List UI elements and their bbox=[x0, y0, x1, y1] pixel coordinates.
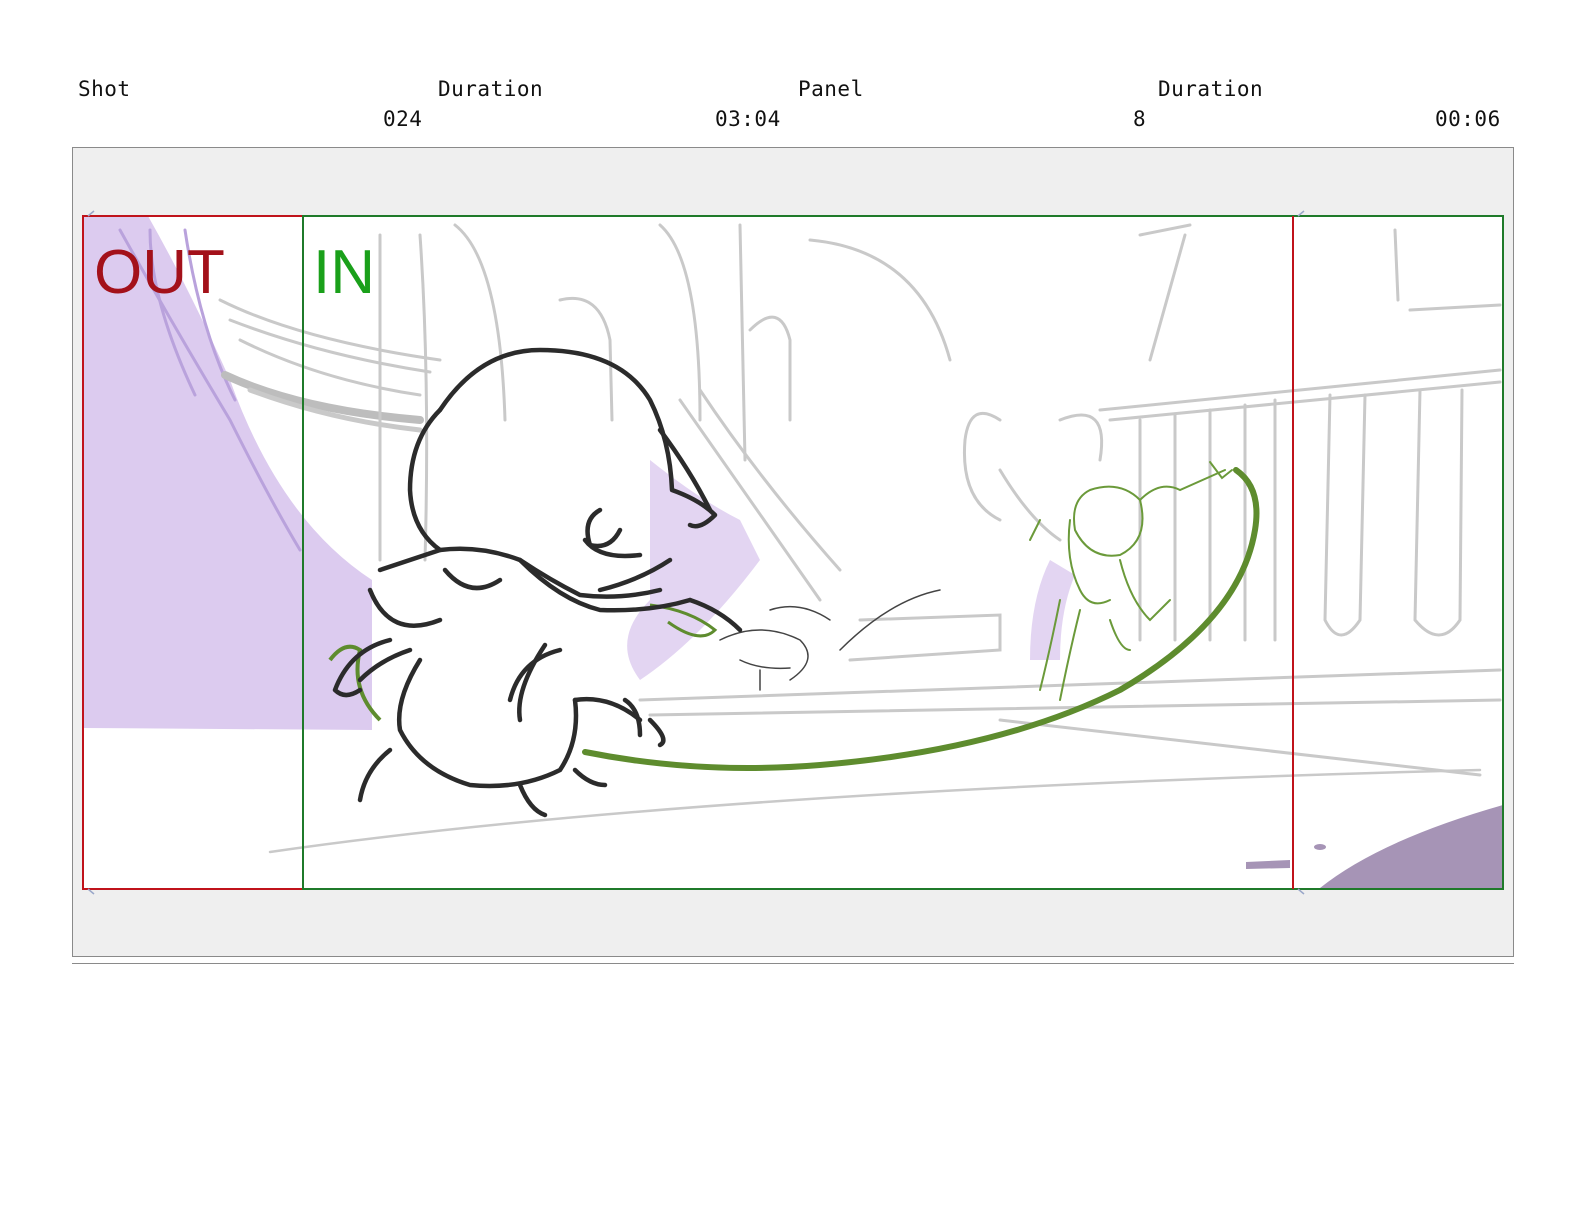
storyboard-sketch: OUT IN bbox=[82, 210, 1504, 895]
in-label: IN bbox=[313, 238, 375, 307]
out-label: OUT bbox=[94, 238, 225, 307]
